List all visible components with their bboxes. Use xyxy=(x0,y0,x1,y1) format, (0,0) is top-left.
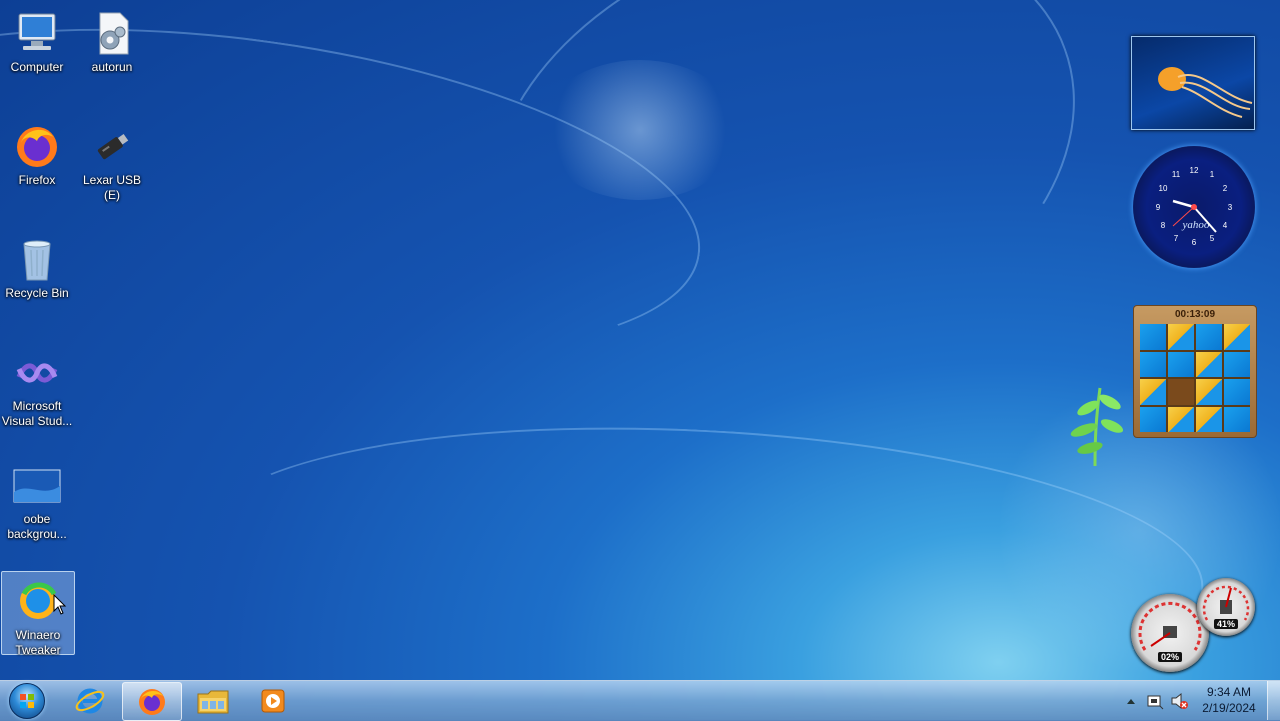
puzzle-tile[interactable] xyxy=(1196,406,1222,432)
show-desktop-button[interactable] xyxy=(1267,681,1280,720)
visual-studio-icon xyxy=(13,349,61,395)
mouse-cursor-icon xyxy=(53,594,67,615)
firefox-icon xyxy=(139,688,165,715)
clock-hour-hand xyxy=(1172,199,1195,209)
puzzle-tile[interactable] xyxy=(1224,406,1250,432)
tray-action-center[interactable] xyxy=(1144,682,1166,719)
clock-number: 12 xyxy=(1190,166,1199,175)
desktop-icon-firefox[interactable]: Firefox xyxy=(1,117,73,188)
puzzle-tile[interactable] xyxy=(1168,324,1194,350)
tray-show-hidden-icons[interactable] xyxy=(1124,682,1138,719)
desktop-icon-label: Computer xyxy=(10,60,64,74)
puzzle-tile[interactable] xyxy=(1196,379,1222,405)
taskbar-media-player[interactable] xyxy=(244,682,302,719)
desktop-icon-label: Lexar USB (E) xyxy=(82,173,142,202)
autorun-settings-file-icon xyxy=(88,10,136,56)
clock-gadget[interactable]: 12 1 2 3 4 5 6 7 8 9 10 11 yahoo xyxy=(1133,146,1255,268)
clock-number: 10 xyxy=(1159,184,1168,193)
cpu-meter-gadget[interactable]: 02% 41% xyxy=(1131,578,1256,672)
clock-number: 1 xyxy=(1210,170,1215,179)
firefox-icon xyxy=(13,123,61,169)
clock-number: 7 xyxy=(1174,234,1179,243)
speaker-muted-icon xyxy=(1171,692,1188,709)
desktop-icon-label: oobe backgrou... xyxy=(7,512,67,541)
desktop-icon-recycle-bin[interactable]: Recycle Bin xyxy=(1,230,73,301)
jellyfish-photo xyxy=(1158,67,1253,118)
taskbar-clock[interactable]: 9:34 AM 2/19/2024 xyxy=(1196,684,1262,716)
clock-number: 2 xyxy=(1223,184,1228,193)
desktop-icon-autorun[interactable]: autorun xyxy=(76,4,148,75)
puzzle-empty-slot xyxy=(1168,379,1194,405)
file-explorer-icon xyxy=(197,690,229,713)
wallpaper-plant xyxy=(1070,387,1124,467)
puzzle-tile[interactable] xyxy=(1224,324,1250,350)
puzzle-tile[interactable] xyxy=(1140,351,1166,377)
puzzle-grid xyxy=(1140,324,1250,432)
media-player-icon xyxy=(261,689,285,712)
clock-number: 6 xyxy=(1192,238,1197,247)
taskbar-internet-explorer[interactable] xyxy=(61,682,119,719)
internet-explorer-icon xyxy=(75,688,105,713)
clock-number: 9 xyxy=(1156,203,1161,212)
puzzle-tile[interactable] xyxy=(1168,406,1194,432)
puzzle-tile[interactable] xyxy=(1140,406,1166,432)
clock-number: 4 xyxy=(1223,221,1228,230)
picture-puzzle-gadget[interactable]: 00:13:09 xyxy=(1133,305,1257,438)
desktop-icon-computer[interactable]: Computer xyxy=(1,4,73,75)
tray-volume[interactable] xyxy=(1168,682,1190,719)
clock-number: 5 xyxy=(1210,234,1215,243)
action-center-flag-icon xyxy=(1147,695,1164,709)
puzzle-tile[interactable] xyxy=(1196,351,1222,377)
puzzle-tile[interactable] xyxy=(1224,379,1250,405)
desktop-icon-label: Microsoft Visual Stud... xyxy=(1,399,73,428)
puzzle-tile[interactable] xyxy=(1140,379,1166,405)
puzzle-tile[interactable] xyxy=(1140,324,1166,350)
puzzle-tile[interactable] xyxy=(1196,324,1222,350)
taskbar-file-explorer[interactable] xyxy=(184,682,242,719)
recycle-bin-icon xyxy=(13,236,61,282)
desktop-icon-label: Recycle Bin xyxy=(5,286,69,300)
chevron-up-icon xyxy=(1127,698,1135,704)
taskbar-firefox[interactable] xyxy=(122,682,182,721)
puzzle-timer: 00:13:09 xyxy=(1174,308,1216,320)
clock-time: 9:34 AM xyxy=(1206,685,1252,699)
clock-number: 8 xyxy=(1161,221,1166,230)
clock-number: 3 xyxy=(1228,203,1233,212)
puzzle-tile[interactable] xyxy=(1168,351,1194,377)
desktop-icon-label: autorun xyxy=(91,60,133,74)
start-button[interactable] xyxy=(2,682,52,720)
memory-usage-meter: 41% xyxy=(1197,578,1255,636)
puzzle-tile[interactable] xyxy=(1224,351,1250,377)
clock-face: 12 1 2 3 4 5 6 7 8 9 10 11 yahoo xyxy=(1156,166,1233,247)
desktop-icon-lexar-usb[interactable]: Lexar USB (E) xyxy=(76,117,148,203)
desktop-icon-label: Winaero Tweaker xyxy=(15,628,61,657)
wallpaper-swoosh xyxy=(425,0,1139,455)
desktop-icon-oobe-background[interactable]: oobe backgrou... xyxy=(1,456,73,542)
image-file-icon xyxy=(13,462,61,508)
desktop-icon-label: Firefox xyxy=(18,173,56,187)
clock-date: 2/19/2024 xyxy=(1202,701,1256,715)
cpu-percent: 02% xyxy=(1157,652,1183,662)
windows-logo-icon xyxy=(9,683,45,719)
memory-percent: 41% xyxy=(1213,619,1239,629)
computer-icon xyxy=(13,10,61,56)
usb-drive-icon xyxy=(88,123,136,169)
slideshow-gadget[interactable] xyxy=(1131,36,1255,130)
clock-number: 11 xyxy=(1172,170,1181,179)
desktop-icon-visual-studio[interactable]: Microsoft Visual Stud... xyxy=(1,343,73,429)
